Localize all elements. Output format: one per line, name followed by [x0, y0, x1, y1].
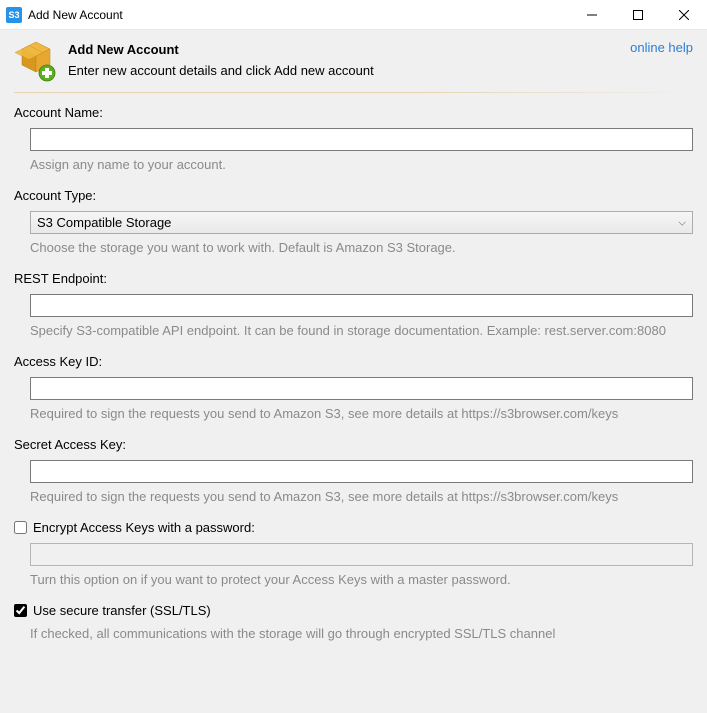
account-type-select[interactable]: S3 Compatible Storage ⌵: [30, 211, 693, 234]
account-name-hint: Assign any name to your account.: [14, 157, 693, 172]
access-key-label: Access Key ID:: [14, 354, 693, 369]
app-icon: S3: [6, 7, 22, 23]
rest-endpoint-input[interactable]: [30, 294, 693, 317]
titlebar: S3 Add New Account: [0, 0, 707, 30]
rest-endpoint-label: REST Endpoint:: [14, 271, 693, 286]
close-button[interactable]: [661, 0, 707, 29]
dialog-header: Add New Account Enter new account detail…: [0, 30, 707, 92]
access-key-input[interactable]: [30, 377, 693, 400]
secure-transfer-hint: If checked, all communications with the …: [14, 626, 693, 641]
add-account-icon: [14, 40, 58, 84]
window-title: Add New Account: [28, 8, 569, 22]
account-name-input[interactable]: [30, 128, 693, 151]
header-subtitle: Enter new account details and click Add …: [68, 63, 374, 78]
secret-key-input[interactable]: [30, 460, 693, 483]
account-type-hint: Choose the storage you want to work with…: [14, 240, 693, 255]
encrypt-password-input: [30, 543, 693, 566]
header-separator: [14, 92, 693, 93]
header-title: Add New Account: [68, 42, 374, 57]
encrypt-keys-hint: Turn this option on if you want to prote…: [14, 572, 693, 587]
chevron-down-icon: ⌵: [678, 217, 686, 228]
secure-transfer-checkbox[interactable]: [14, 604, 27, 617]
minimize-button[interactable]: [569, 0, 615, 29]
secure-transfer-label: Use secure transfer (SSL/TLS): [33, 603, 211, 618]
encrypt-keys-label: Encrypt Access Keys with a password:: [33, 520, 255, 535]
rest-endpoint-hint: Specify S3-compatible API endpoint. It c…: [14, 323, 693, 338]
encrypt-keys-checkbox[interactable]: [14, 521, 27, 534]
access-key-hint: Required to sign the requests you send t…: [14, 406, 693, 421]
online-help-link[interactable]: online help: [630, 40, 693, 55]
account-name-label: Account Name:: [14, 105, 693, 120]
form: Account Name: Assign any name to your ac…: [0, 105, 707, 641]
account-type-value: S3 Compatible Storage: [37, 215, 171, 230]
secret-key-label: Secret Access Key:: [14, 437, 693, 452]
maximize-button[interactable]: [615, 0, 661, 29]
secret-key-hint: Required to sign the requests you send t…: [14, 489, 693, 504]
account-type-label: Account Type:: [14, 188, 693, 203]
